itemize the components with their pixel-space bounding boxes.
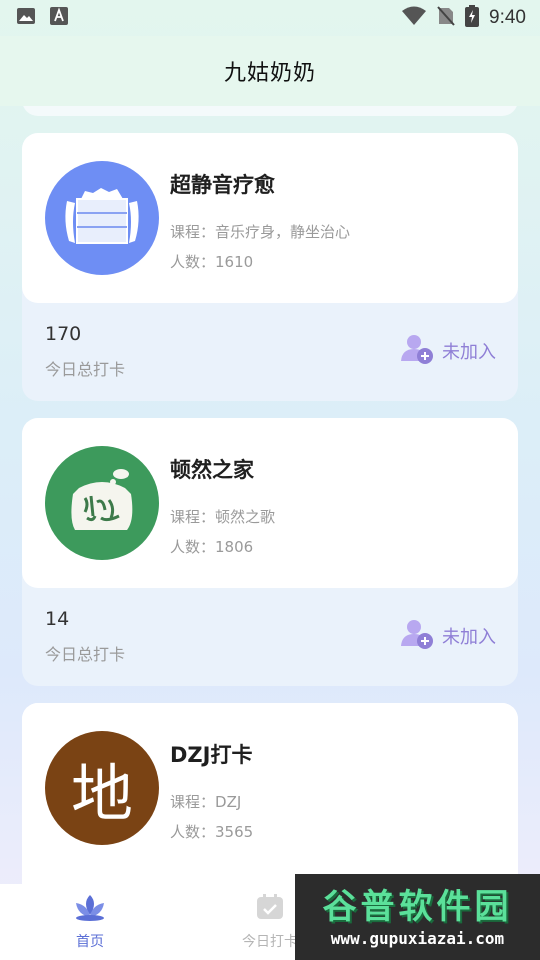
group-card[interactable]: 超静音疗愈 课程：音乐疗身，静坐治心 人数：1610 170 今日总打卡 未加入 [22, 133, 518, 401]
members-label: 人数： [170, 823, 216, 841]
watermark-logo: 谷普软件园 www.gupuxiazai.com [295, 874, 540, 960]
course-value: 音乐疗身，静坐治心 [215, 223, 351, 241]
group-members: 人数：1610 [170, 251, 253, 272]
watermark-title: 谷普软件园 [322, 886, 513, 927]
group-card-stats: 170 今日总打卡 未加入 [22, 303, 518, 401]
checkin-count: 14 [45, 608, 70, 630]
tab-checkin-label: 今日打卡 [242, 934, 298, 950]
checkin-label: 今日总打卡 [45, 360, 126, 379]
group-card[interactable]: 地 DZJ打卡 课程：DZJ 人数：3565 [22, 703, 518, 884]
no-sim-icon [437, 6, 455, 30]
group-course: 课程：顿然之歌 [170, 506, 275, 527]
group-card[interactable]: 顿然之家 课程：顿然之歌 人数：1806 14 今日总打卡 未加入 [22, 418, 518, 686]
previous-card-edge [22, 106, 518, 116]
members-label: 人数： [170, 538, 216, 556]
text-a-icon [50, 7, 68, 29]
group-members: 人数：1806 [170, 536, 253, 557]
tab-home-label: 首页 [76, 934, 104, 950]
course-value: 顿然之歌 [215, 508, 276, 526]
members-value: 1610 [215, 253, 254, 271]
group-avatar: 地 [45, 731, 159, 845]
page-title: 九姑奶奶 [223, 61, 316, 86]
group-card-info[interactable]: 超静音疗愈 课程：音乐疗身，静坐治心 人数：1610 [22, 133, 518, 303]
course-value: DZJ [215, 793, 242, 811]
image-icon [16, 7, 36, 29]
cake-illustration-icon [65, 188, 139, 244]
group-members: 人数：3565 [170, 821, 253, 842]
join-button[interactable]: 未加入 [400, 618, 496, 654]
join-label: 未加入 [442, 342, 496, 363]
status-bar: 9:40 [0, 0, 540, 36]
group-card-info[interactable]: 地 DZJ打卡 课程：DZJ 人数：3565 [22, 703, 518, 873]
members-value: 1806 [215, 538, 254, 556]
group-name: 顿然之家 [170, 458, 254, 482]
course-label: 课程： [170, 508, 216, 526]
add-user-icon [400, 333, 434, 369]
status-left [16, 7, 68, 29]
house-calligraphy-icon [71, 469, 133, 530]
group-course: 课程：DZJ [170, 791, 241, 812]
tab-home[interactable]: 首页 [0, 884, 180, 960]
battery-charging-icon [465, 5, 480, 31]
group-list[interactable]: 超静音疗愈 课程：音乐疗身，静坐治心 人数：1610 170 今日总打卡 未加入 [0, 106, 540, 884]
status-right: 9:40 [401, 5, 526, 31]
avatar-text: 地 [70, 757, 133, 830]
members-label: 人数： [170, 253, 216, 271]
course-label: 课程： [170, 223, 216, 241]
checkin-count: 170 [45, 323, 82, 345]
checkin-label: 今日总打卡 [45, 645, 126, 664]
group-card-stats: 14 今日总打卡 未加入 [22, 588, 518, 686]
group-card-info[interactable]: 顿然之家 课程：顿然之歌 人数：1806 [22, 418, 518, 588]
members-value: 3565 [215, 823, 254, 841]
wifi-icon [401, 6, 427, 30]
lotus-icon [72, 893, 108, 925]
group-course: 课程：音乐疗身，静坐治心 [170, 221, 350, 242]
app-header: 九姑奶奶 [0, 36, 540, 106]
add-user-icon [400, 618, 434, 654]
status-time: 9:40 [489, 7, 526, 28]
group-avatar [45, 161, 159, 275]
group-avatar [45, 446, 159, 560]
join-label: 未加入 [442, 627, 496, 648]
group-name: DZJ打卡 [170, 743, 253, 767]
group-name: 超静音疗愈 [170, 173, 275, 197]
watermark-url: www.gupuxiazai.com [330, 928, 505, 948]
calendar-check-icon [255, 893, 285, 925]
course-label: 课程： [170, 793, 216, 811]
join-button[interactable]: 未加入 [400, 333, 496, 369]
